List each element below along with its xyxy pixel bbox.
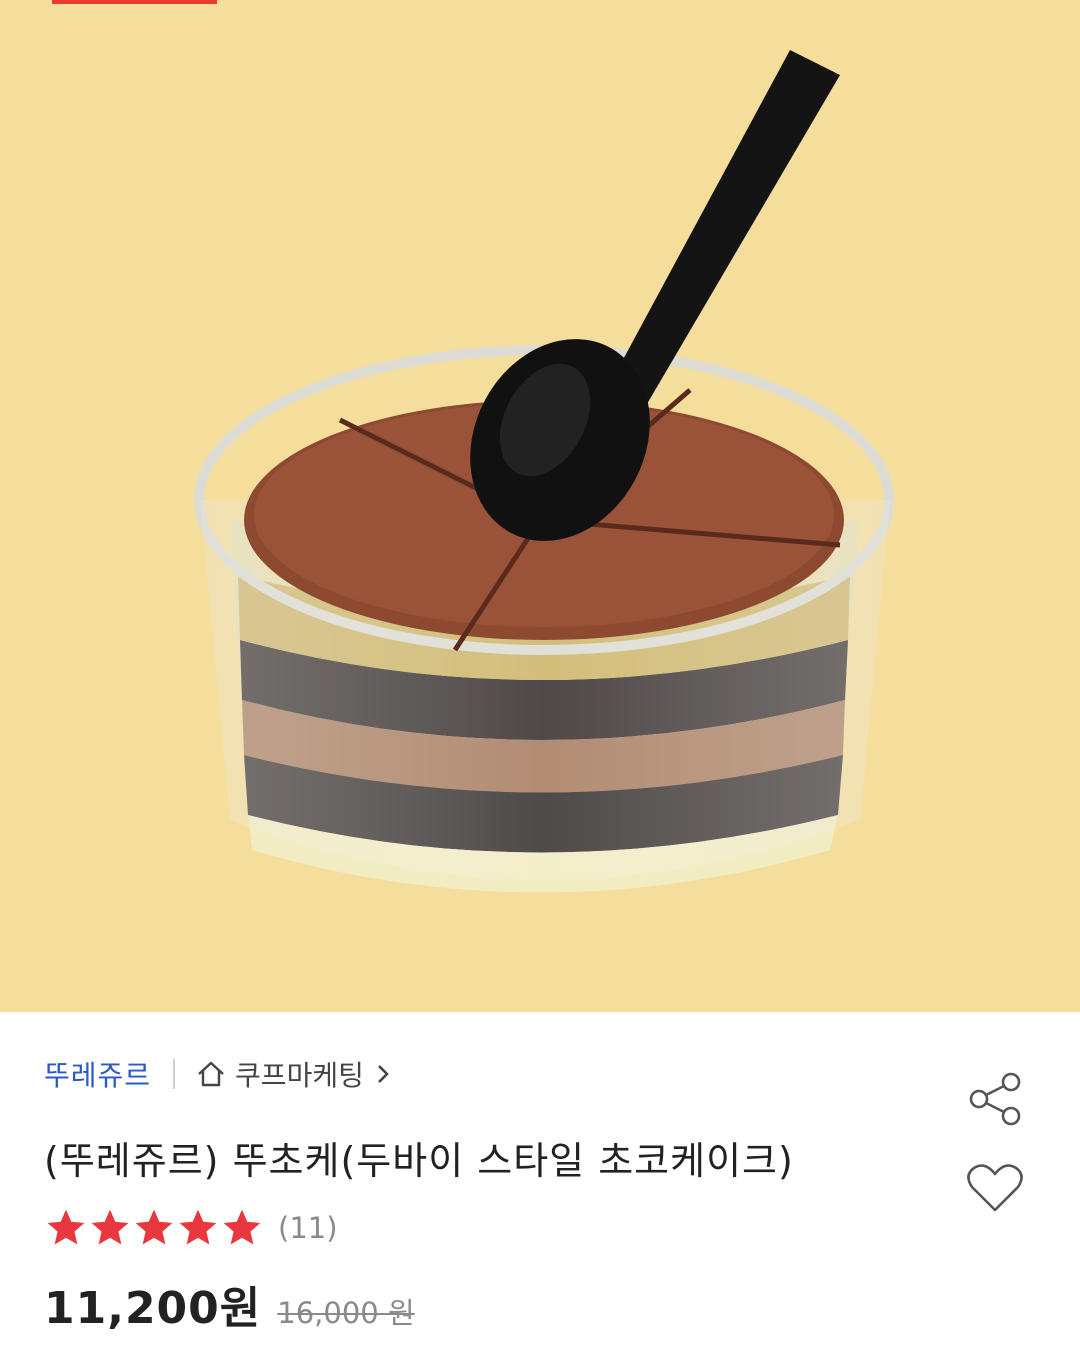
star-icon — [47, 1209, 85, 1245]
divider — [173, 1059, 176, 1089]
seller-link[interactable]: 쿠프마케팅 — [195, 1054, 390, 1094]
heart-icon[interactable] — [966, 1162, 1024, 1214]
share-icon[interactable] — [966, 1072, 1024, 1126]
product-title: (뚜레쥬르) 뚜초케(두바이 스타일 초코케이크) — [44, 1139, 794, 1183]
seller-name: 쿠프마케팅 — [235, 1059, 364, 1092]
product-image — [194, 50, 894, 893]
home-icon — [198, 1061, 224, 1087]
star-icon — [223, 1209, 261, 1245]
star-rating — [44, 1206, 264, 1250]
store-row: 뚜레쥬르 쿠프마케팅 — [44, 1052, 390, 1096]
brand-link[interactable]: 뚜레쥬르 — [44, 1054, 151, 1094]
chevron-right-icon — [377, 1065, 389, 1083]
review-count: (11) — [278, 1211, 338, 1245]
original-price: 16,000 원 — [277, 1296, 415, 1330]
rating-row[interactable]: (11) — [44, 1206, 338, 1250]
sale-price: 11,200원 — [44, 1283, 262, 1334]
price-row: 11,200원 16,000 원 — [44, 1272, 415, 1336]
star-icon — [179, 1209, 217, 1245]
product-image-area[interactable] — [0, 0, 1080, 1012]
star-icon — [91, 1209, 129, 1245]
star-icon — [135, 1209, 173, 1245]
